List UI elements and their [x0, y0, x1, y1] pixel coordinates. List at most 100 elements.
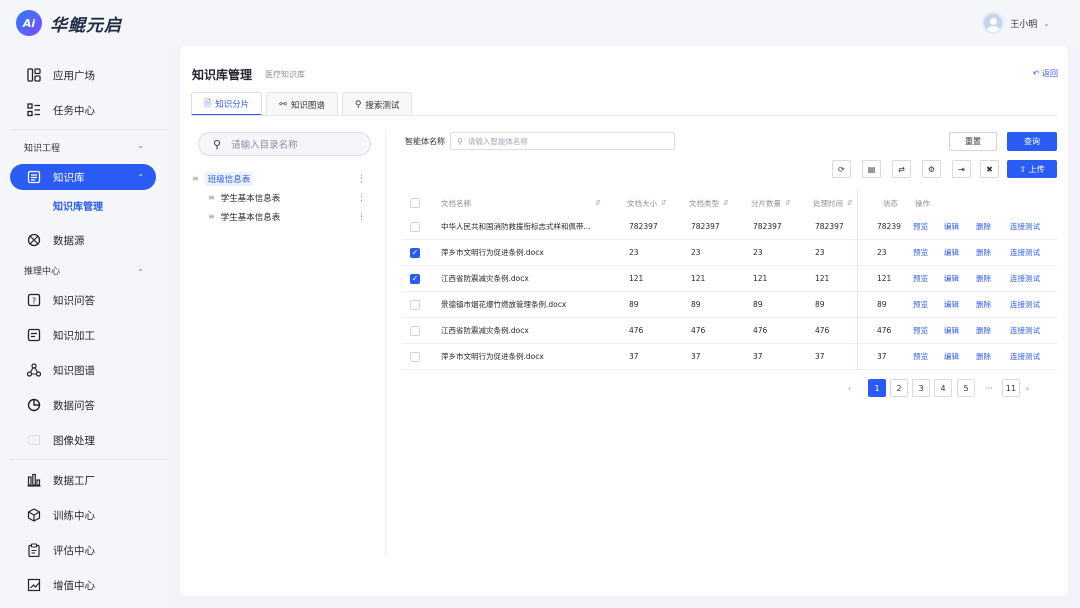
column-header-process-time[interactable]: 处理时间 ⇵: [813, 192, 853, 214]
archive-icon[interactable]: ▤: [862, 160, 881, 178]
preview-link[interactable]: 预览: [913, 240, 928, 265]
delete-link[interactable]: 删除: [976, 318, 991, 343]
group-knowledge-engineering[interactable]: 知识工程 ⌄: [24, 141, 144, 154]
sidebar-subitem-kb-management[interactable]: 知识库管理: [53, 198, 103, 213]
edit-link[interactable]: 编辑: [944, 214, 959, 239]
user-menu[interactable]: 王小明 ⌄: [982, 12, 1050, 34]
sidebar-item-data-factory[interactable]: 数据工厂: [10, 467, 156, 493]
sidebar-item-knowledge-graph[interactable]: 知识图谱: [10, 357, 156, 383]
row-checkbox[interactable]: [410, 292, 420, 317]
column-header-doc-size[interactable]: 文档大小 ⇵: [627, 192, 667, 214]
more-icon[interactable]: ⋮: [357, 174, 366, 184]
settings-icon[interactable]: ⚙: [922, 160, 941, 178]
table-row[interactable]: ✓ 萍乡市文明行为促进条例.docx 23 23 23 23 23 预览 编辑 删除 连接测试: [402, 240, 1057, 266]
export-icon[interactable]: ⇥: [952, 160, 971, 178]
sidebar-item-data-qa[interactable]: 数据问答: [10, 392, 156, 418]
edit-link[interactable]: 编辑: [944, 292, 959, 317]
preview-link[interactable]: 预览: [913, 344, 928, 369]
agent-name-input[interactable]: ⚲ 请输入智能体名称: [450, 132, 675, 150]
sidebar-item-knowledge-base[interactable]: 知识库 ⌃: [10, 164, 156, 190]
page-button[interactable]: 5: [957, 379, 975, 397]
delete-link[interactable]: 删除: [976, 266, 991, 291]
column-header-status[interactable]: 状态: [883, 192, 905, 214]
tree-node-root[interactable]: ≡ 班级信息表 ⋮: [192, 171, 370, 186]
doc-type-cell: 476: [691, 326, 706, 335]
tab-knowledge-graph[interactable]: ⚯ 知识图谱: [266, 92, 338, 116]
table-header: 文档名称 ⇵ 文档大小 ⇵ 文档类型 ⇵ 分片数量 ⇵ 处理时间 ⇵ 状态 操作: [402, 192, 1057, 214]
query-button[interactable]: 查询: [1007, 132, 1057, 151]
select-all-checkbox[interactable]: [410, 192, 420, 214]
preview-link[interactable]: 预览: [913, 292, 928, 317]
connection-test-link[interactable]: 连接测试: [1010, 266, 1040, 291]
column-header-doc-name[interactable]: 文档名称 ⇵: [441, 192, 601, 214]
table-row[interactable]: 江西省防震减灾条例.docx 476 476 476 476 476 预览 编辑 删除 连接测试: [402, 318, 1057, 344]
connection-test-link[interactable]: 连接测试: [1010, 240, 1040, 265]
sidebar-item-label: 任务中心: [53, 104, 95, 117]
group-reasoning-center[interactable]: 推理中心 ⌄: [24, 264, 144, 277]
row-checkbox[interactable]: [410, 318, 420, 343]
sidebar-item-image-processing[interactable]: 图像处理: [10, 427, 156, 453]
sidebar-item-label: 知识加工: [53, 329, 95, 342]
delete-icon[interactable]: ✖: [980, 160, 999, 178]
delete-link[interactable]: 删除: [976, 344, 991, 369]
edit-link[interactable]: 编辑: [944, 318, 959, 343]
connection-test-link[interactable]: 连接测试: [1010, 344, 1040, 369]
preview-link[interactable]: 预览: [913, 266, 928, 291]
tree-node-child[interactable]: ≡ 学生基本信息表 ⋮: [208, 209, 370, 224]
status-cell: 23: [877, 248, 887, 257]
tree-node-child[interactable]: ≡ 学生基本信息表 ⋮: [208, 190, 370, 205]
directory-search-input[interactable]: ⚲ 请输入目录名称: [198, 132, 371, 156]
refresh-icon[interactable]: ⟳: [832, 160, 851, 178]
preview-link[interactable]: 预览: [913, 318, 928, 343]
sidebar-item-label: 数据源: [53, 234, 85, 247]
sidebar-item-app-plaza[interactable]: 应用广场: [10, 62, 156, 88]
sidebar: 应用广场 任务中心 知识工程 ⌄ 知识库 ⌃ 知识库管理 数据源 推理中心 ⌄ …: [0, 46, 168, 608]
prev-page-button[interactable]: ‹: [848, 379, 860, 397]
row-checkbox[interactable]: [410, 344, 420, 369]
sidebar-item-value-added-center[interactable]: 增值中心: [10, 572, 156, 598]
page-button[interactable]: 4: [934, 379, 952, 397]
edit-link[interactable]: 编辑: [944, 240, 959, 265]
connection-test-link[interactable]: 连接测试: [1010, 214, 1040, 239]
connection-test-link[interactable]: 连接测试: [1010, 318, 1040, 343]
row-checkbox[interactable]: ✓: [410, 240, 420, 265]
chevron-down-icon: ⌄: [1043, 18, 1050, 28]
edit-link[interactable]: 编辑: [944, 266, 959, 291]
table-row[interactable]: 中华人民共和国消防救援衔标志式样和佩带... 782397 782397 782397…: [402, 214, 1057, 240]
sidebar-item-evaluation-center[interactable]: 评估中心: [10, 537, 156, 563]
tab-knowledge-chunks[interactable]: 🗎 知识分片: [191, 92, 263, 116]
preview-link[interactable]: 预览: [913, 214, 928, 239]
column-header-chunk-count[interactable]: 分片数量 ⇵: [751, 192, 791, 214]
edit-link[interactable]: 编辑: [944, 344, 959, 369]
table-row[interactable]: 景德镇市烟花爆竹燃放管理条例.docx 89 89 89 89 89 预览 编辑 删除 连接测试: [402, 292, 1057, 318]
sync-icon[interactable]: ⇄: [892, 160, 911, 178]
back-link[interactable]: ↶ 返回: [1033, 68, 1058, 79]
delete-link[interactable]: 删除: [976, 240, 991, 265]
next-page-button[interactable]: ›: [1026, 379, 1038, 397]
row-checkbox[interactable]: ✓: [410, 266, 420, 291]
delete-link[interactable]: 删除: [976, 292, 991, 317]
page-button[interactable]: 2: [890, 379, 908, 397]
reset-button[interactable]: 重置: [949, 132, 997, 151]
tab-search-test[interactable]: ⚲ 搜索测试: [341, 92, 413, 116]
column-label: 状态: [883, 198, 898, 208]
table-row[interactable]: 萍乡市文明行为促进条例.docx 37 37 37 37 37 预览 编辑 删除 连接测试: [402, 344, 1057, 370]
page-button[interactable]: 3: [912, 379, 930, 397]
more-icon[interactable]: ⋮: [357, 193, 366, 203]
page-button[interactable]: 11: [1002, 379, 1020, 397]
row-checkbox[interactable]: [410, 214, 420, 239]
sidebar-item-label: 应用广场: [53, 69, 95, 82]
sidebar-item-task-center[interactable]: 任务中心: [10, 97, 156, 123]
table-row[interactable]: ✓ 江西省防震减灾条例.docx 121 121 121 121 121 预览 编辑 删除 连接测试: [402, 266, 1057, 292]
upload-button[interactable]: ⇧ 上传: [1007, 160, 1057, 178]
sidebar-item-data-source[interactable]: 数据源: [10, 227, 156, 253]
logo[interactable]: Ai 华鲲元启: [16, 10, 122, 36]
delete-link[interactable]: 删除: [976, 214, 991, 239]
more-icon[interactable]: ⋮: [357, 212, 366, 222]
sidebar-item-knowledge-processing[interactable]: 知识加工: [10, 322, 156, 348]
sidebar-item-training-center[interactable]: 训练中心: [10, 502, 156, 528]
sidebar-item-knowledge-qa[interactable]: ? 知识问答: [10, 287, 156, 313]
column-header-doc-type[interactable]: 文档类型 ⇵: [689, 192, 729, 214]
connection-test-link[interactable]: 连接测试: [1010, 292, 1040, 317]
page-button[interactable]: 1: [868, 379, 886, 397]
